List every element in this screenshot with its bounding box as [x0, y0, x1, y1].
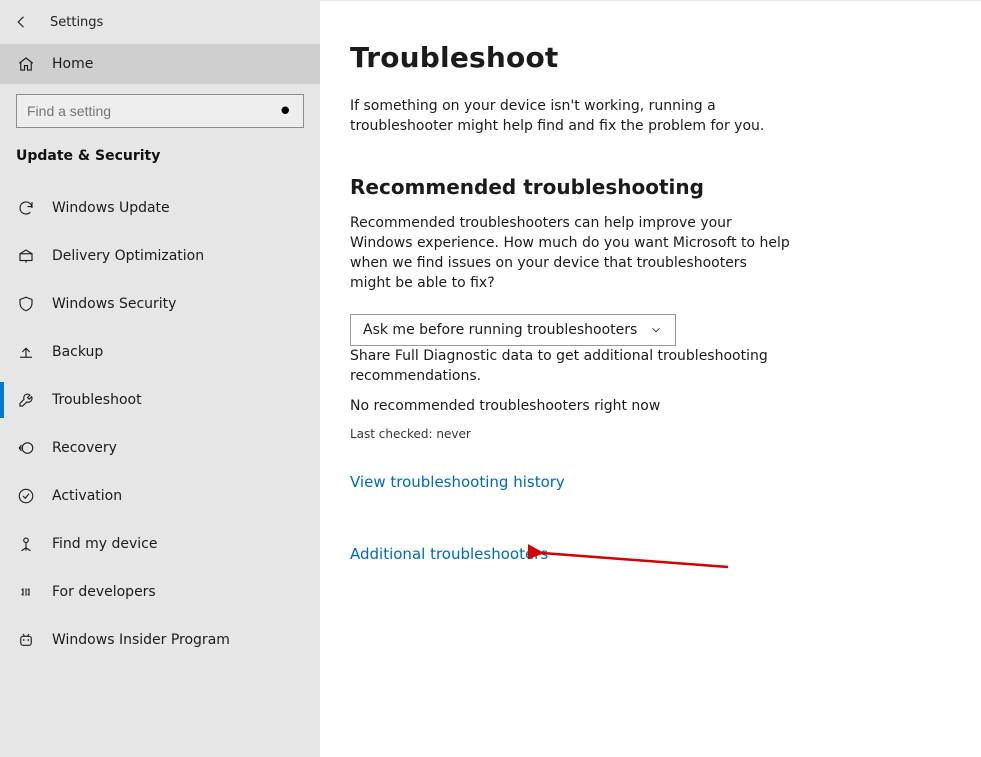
sidebar-item-troubleshoot[interactable]: Troubleshoot	[0, 376, 320, 424]
sidebar-item-label: Windows Insider Program	[52, 632, 230, 648]
settings-window: Settings Home Update & Security Wind	[0, 0, 981, 757]
developers-icon	[16, 582, 36, 602]
search-wrap	[0, 84, 320, 142]
sync-icon	[16, 198, 36, 218]
sidebar-item-activation[interactable]: Activation	[0, 472, 320, 520]
sidebar-item-delivery-optimization[interactable]: Delivery Optimization	[0, 232, 320, 280]
sidebar: Settings Home Update & Security Wind	[0, 0, 320, 757]
activation-icon	[16, 486, 36, 506]
annotation-arrow	[528, 539, 738, 573]
sidebar-item-find-my-device[interactable]: Find my device	[0, 520, 320, 568]
recommended-description: Recommended troubleshooters can help imp…	[350, 213, 790, 294]
search-input[interactable]	[17, 95, 269, 127]
app-title: Settings	[50, 15, 103, 30]
topbar: Settings	[0, 0, 320, 44]
sidebar-section-title: Update & Security	[0, 142, 320, 178]
sidebar-item-label: Activation	[52, 488, 122, 504]
no-recommended-text: No recommended troubleshooters right now	[350, 396, 790, 416]
home-label: Home	[52, 56, 93, 72]
sidebar-item-label: Windows Update	[52, 200, 170, 216]
delivery-icon	[16, 246, 36, 266]
sidebar-item-label: Windows Security	[52, 296, 176, 312]
shield-icon	[16, 294, 36, 314]
sidebar-item-label: Delivery Optimization	[52, 248, 204, 264]
sidebar-item-backup[interactable]: Backup	[0, 328, 320, 376]
recovery-icon	[16, 438, 36, 458]
sidebar-item-for-developers[interactable]: For developers	[0, 568, 320, 616]
intro-text: If something on your device isn't workin…	[350, 96, 790, 137]
backup-icon	[16, 342, 36, 362]
diagnostic-warning: Share Full Diagnostic data to get additi…	[350, 346, 790, 387]
search-box[interactable]	[16, 94, 304, 128]
insider-icon	[16, 630, 36, 650]
find-device-icon	[16, 534, 36, 554]
sidebar-item-windows-security[interactable]: Windows Security	[0, 280, 320, 328]
sidebar-item-windows-update[interactable]: Windows Update	[0, 184, 320, 232]
home-icon	[16, 54, 36, 74]
page-title: Troubleshoot	[350, 41, 951, 74]
back-button[interactable]	[12, 12, 32, 32]
sidebar-nav: Windows Update Delivery Optimization Win…	[0, 178, 320, 664]
sidebar-item-label: For developers	[52, 584, 156, 600]
main-content: Troubleshoot If something on your device…	[320, 0, 981, 757]
troubleshoot-icon	[16, 390, 36, 410]
sidebar-item-label: Find my device	[52, 536, 158, 552]
sidebar-item-windows-insider[interactable]: Windows Insider Program	[0, 616, 320, 664]
sidebar-item-recovery[interactable]: Recovery	[0, 424, 320, 472]
dropdown-value: Ask me before running troubleshooters	[363, 322, 637, 338]
recommended-heading: Recommended troubleshooting	[350, 175, 951, 199]
search-icon[interactable]	[269, 104, 303, 119]
sidebar-item-label: Backup	[52, 344, 103, 360]
recommended-dropdown[interactable]: Ask me before running troubleshooters	[350, 314, 676, 346]
chevron-down-icon	[649, 323, 663, 337]
last-checked: Last checked: never	[350, 427, 951, 441]
sidebar-item-label: Recovery	[52, 440, 117, 456]
additional-troubleshooters-link[interactable]: Additional troubleshooters	[350, 545, 548, 563]
view-history-link[interactable]: View troubleshooting history	[350, 473, 565, 491]
sidebar-item-label: Troubleshoot	[52, 392, 142, 408]
home-nav[interactable]: Home	[0, 44, 320, 84]
